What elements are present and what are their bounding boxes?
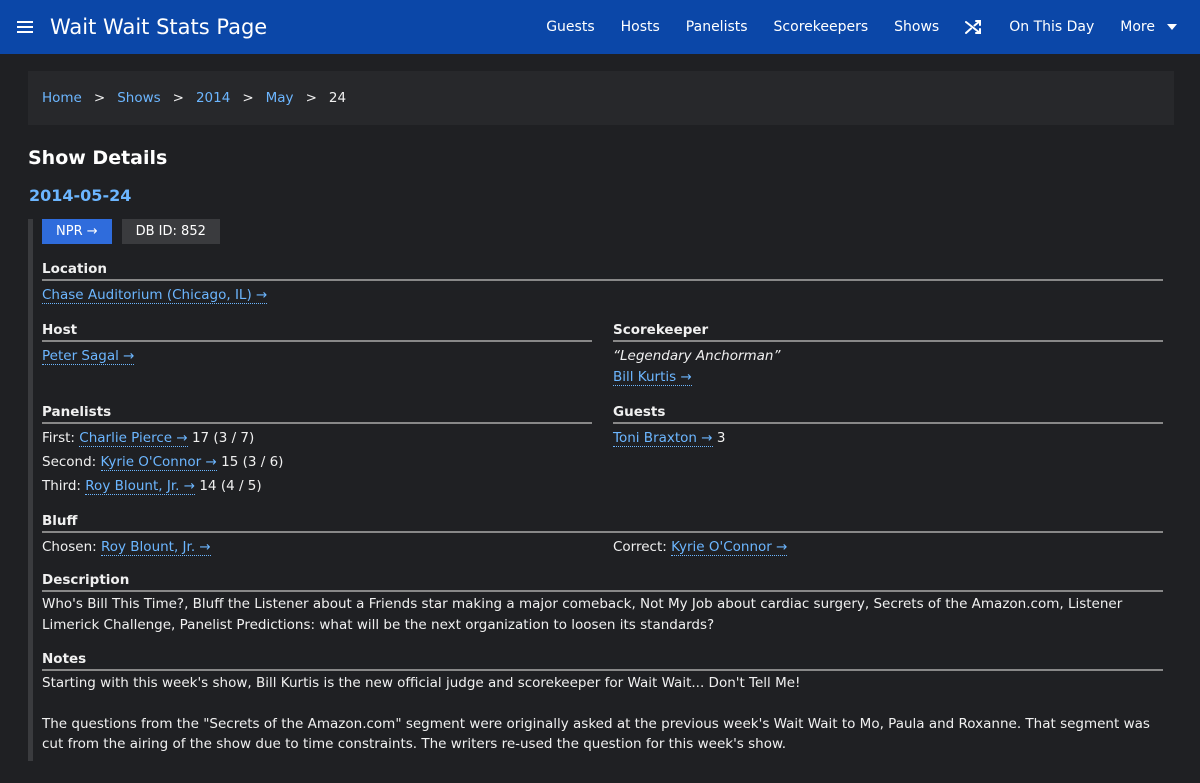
- nav-link-shows[interactable]: Shows: [894, 19, 939, 35]
- location-title: Location: [42, 261, 1163, 281]
- panelist-row: Second: Kyrie O'Connor → 15 (3 / 6): [42, 452, 592, 472]
- nav-link-panelists[interactable]: Panelists: [686, 19, 748, 35]
- location-link[interactable]: Chase Auditorium (Chicago, IL) →: [42, 287, 268, 304]
- panelist-link[interactable]: Charlie Pierce →: [79, 430, 188, 447]
- scorekeeper-link[interactable]: Bill Kurtis →: [613, 369, 692, 386]
- description-title: Description: [42, 572, 1163, 592]
- notes-section: Notes Starting with this week's show, Bi…: [42, 651, 1163, 755]
- bluff-section: Bluff Chosen: Roy Blount, Jr. → Correct:…: [42, 513, 1163, 557]
- scorekeeper-section: Scorekeeper “Legendary Anchorman” Bill K…: [613, 322, 1163, 387]
- more-dropdown[interactable]: More: [1120, 19, 1183, 35]
- badges: NPR → DB ID: 852: [42, 219, 1163, 244]
- bluff-correct-link[interactable]: Kyrie O'Connor →: [671, 539, 788, 556]
- scorekeeper-title: Scorekeeper: [613, 322, 1163, 342]
- notes-paragraph: Starting with this week's show, Bill Kur…: [42, 675, 801, 691]
- host-title: Host: [42, 322, 592, 342]
- breadcrumb-separator: >: [242, 90, 254, 106]
- nav-link-scorekeepers[interactable]: Scorekeepers: [774, 19, 869, 35]
- breadcrumb-current: 24: [328, 90, 347, 106]
- panelist-score: 15 (3 / 6): [221, 454, 284, 470]
- bluff-chosen: Chosen: Roy Blount, Jr. →: [42, 537, 592, 557]
- page-title: Show Details: [28, 147, 168, 169]
- show-date-link[interactable]: 2014-05-24: [29, 186, 1200, 205]
- breadcrumb-separator: >: [93, 90, 106, 106]
- breadcrumb-separator: >: [172, 90, 184, 106]
- description-text: Who's Bill This Time?, Bluff the Listene…: [42, 596, 1123, 633]
- show-details: NPR → DB ID: 852 Location Chase Auditori…: [28, 219, 1163, 761]
- nav-links: Guests Hosts Panelists Scorekeepers Show…: [546, 18, 1183, 36]
- guest-link[interactable]: Toni Braxton →: [613, 430, 713, 447]
- location-section: Location Chase Auditorium (Chicago, IL) …: [42, 261, 1163, 305]
- breadcrumb-month[interactable]: May: [266, 90, 294, 106]
- panelist-link[interactable]: Kyrie O'Connor →: [100, 454, 217, 471]
- guest-row: Toni Braxton → 3: [613, 428, 1163, 448]
- guests-section: Guests Toni Braxton → 3: [613, 404, 1163, 496]
- breadcrumb-year[interactable]: 2014: [196, 90, 230, 106]
- chevron-down-icon: [1167, 24, 1177, 30]
- panelist-row: Third: Roy Blount, Jr. → 14 (4 / 5): [42, 476, 592, 496]
- guests-title: Guests: [613, 404, 1163, 424]
- breadcrumb-shows[interactable]: Shows: [117, 90, 160, 106]
- menu-icon[interactable]: [17, 21, 33, 33]
- shuffle-icon[interactable]: [965, 18, 983, 36]
- bluff-chosen-label: Chosen:: [42, 539, 97, 555]
- host-section: Host Peter Sagal →: [42, 322, 592, 387]
- bluff-correct: Correct: Kyrie O'Connor →: [613, 537, 1163, 557]
- panelist-score: 14 (4 / 5): [199, 478, 262, 494]
- panelist-score: 17 (3 / 7): [191, 430, 255, 446]
- more-label: More: [1120, 19, 1155, 35]
- nav-link-hosts[interactable]: Hosts: [621, 19, 660, 35]
- panelists-guests-row: Panelists First: Charlie Pierce → 17 (3 …: [42, 404, 1163, 496]
- host-scorekeeper-row: Host Peter Sagal → Scorekeeper “Legendar…: [42, 322, 1163, 387]
- panelist-rank: Second:: [42, 454, 97, 470]
- breadcrumb-separator: >: [305, 90, 317, 106]
- notes-title: Notes: [42, 651, 1163, 671]
- guest-score: 3: [716, 430, 726, 446]
- nav-link-guests[interactable]: Guests: [546, 19, 594, 35]
- panelist-rank: Third:: [42, 478, 81, 494]
- panelists-title: Panelists: [42, 404, 592, 424]
- bluff-chosen-link[interactable]: Roy Blount, Jr. →: [100, 539, 211, 556]
- panelists-section: Panelists First: Charlie Pierce → 17 (3 …: [42, 404, 592, 496]
- top-navbar: Wait Wait Stats Page Guests Hosts Paneli…: [0, 0, 1200, 54]
- notes-paragraph: The questions from the "Secrets of the A…: [42, 715, 1150, 753]
- breadcrumb-home[interactable]: Home: [42, 90, 82, 106]
- breadcrumb: Home > Shows > 2014 > May > 24: [28, 71, 1174, 125]
- host-link[interactable]: Peter Sagal →: [42, 348, 135, 365]
- panelist-rank: First:: [42, 430, 75, 446]
- db-id-badge: DB ID: 852: [121, 219, 220, 244]
- panelist-row: First: Charlie Pierce → 17 (3 / 7): [42, 428, 592, 448]
- bluff-correct-label: Correct:: [613, 539, 667, 555]
- site-title[interactable]: Wait Wait Stats Page: [50, 15, 267, 39]
- description-section: Description Who's Bill This Time?, Bluff…: [42, 572, 1163, 635]
- bluff-title: Bluff: [42, 513, 1163, 533]
- scorekeeper-introduction: “Legendary Anchorman”: [613, 348, 781, 364]
- npr-link-button[interactable]: NPR →: [42, 219, 112, 244]
- panelist-link[interactable]: Roy Blount, Jr. →: [85, 478, 196, 495]
- nav-link-on-this-day[interactable]: On This Day: [1009, 19, 1094, 35]
